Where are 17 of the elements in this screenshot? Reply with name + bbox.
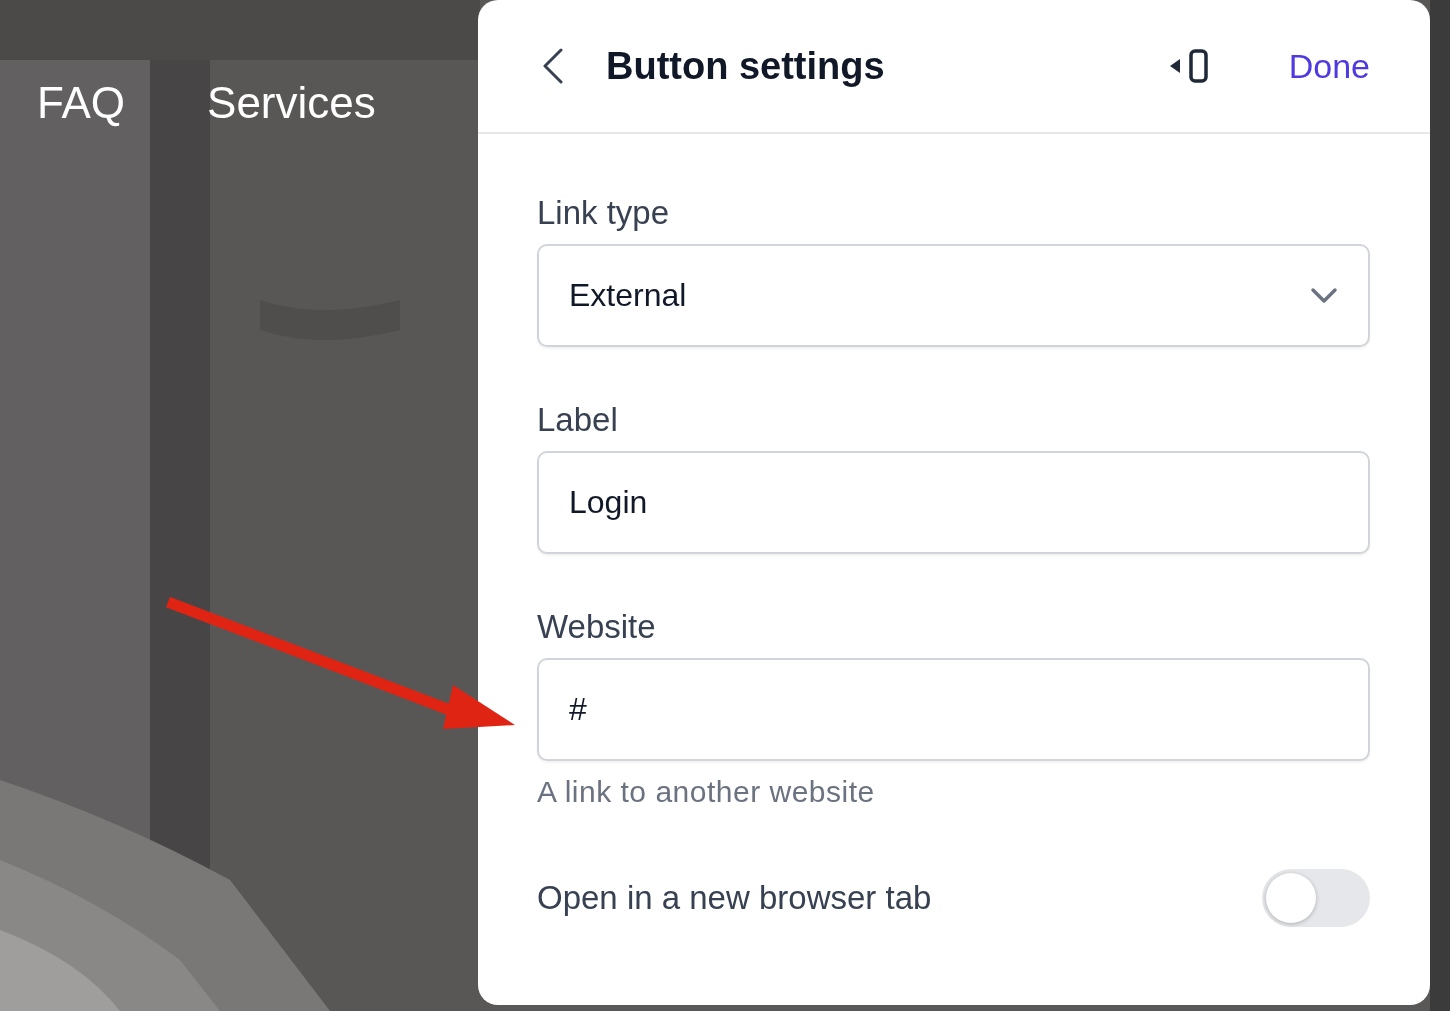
chevron-left-icon — [542, 48, 564, 84]
back-button[interactable] — [542, 48, 564, 84]
field-label: Label — [537, 401, 619, 439]
field-label: Link type — [537, 194, 671, 232]
done-button[interactable]: Done — [1288, 46, 1370, 86]
preview-button[interactable] — [1168, 49, 1211, 83]
nav-link[interactable]: Services — [207, 78, 376, 128]
panel-title: Button settings — [606, 44, 886, 88]
device-icon — [1168, 49, 1211, 83]
select-field[interactable]: External — [537, 244, 1370, 347]
input-field[interactable]: # — [537, 658, 1370, 761]
input-field[interactable]: Login — [537, 451, 1370, 554]
nav-link[interactable]: FAQ — [37, 78, 126, 128]
hint-text: A link to another website — [537, 775, 876, 809]
chevron-down-icon — [1310, 286, 1338, 305]
field-label: Website — [537, 608, 657, 646]
toggle-label: Open in a new browser tab — [537, 879, 932, 917]
